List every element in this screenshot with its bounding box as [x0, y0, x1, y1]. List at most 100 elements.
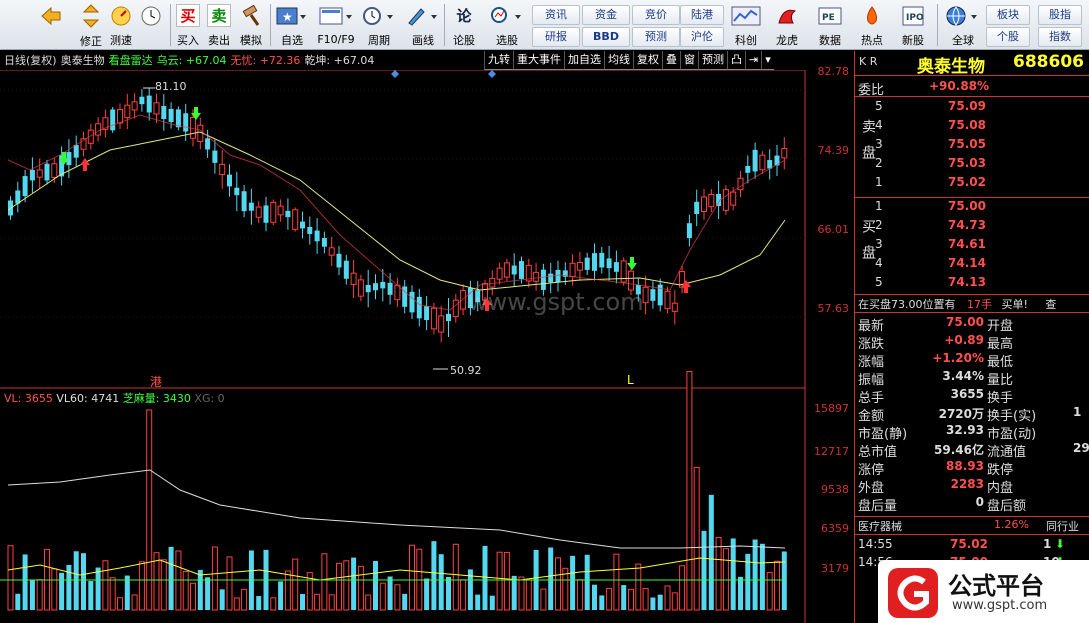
- sell-button[interactable]: 卖 卖出: [205, 2, 233, 48]
- stat-value-right: 1: [1073, 405, 1082, 419]
- fix-button[interactable]: 修正: [78, 2, 104, 48]
- sell-level: 1: [875, 175, 883, 189]
- volume-tick: 3179: [821, 562, 849, 575]
- industry-line[interactable]: 医疗器械 1.26% 同行业: [858, 518, 1079, 534]
- big-order-link[interactable]: 查: [1045, 298, 1056, 311]
- volume-bar: [270, 597, 277, 611]
- vl-value: VL: 3655: [4, 392, 53, 405]
- candle-body: [168, 108, 174, 122]
- hulunlink-button[interactable]: 沪伦: [680, 27, 724, 47]
- sell-price: 75.02: [948, 175, 986, 189]
- forecast-button[interactable]: 预测: [632, 27, 680, 47]
- data-button[interactable]: PE 数据: [814, 2, 846, 48]
- tab-expand[interactable]: ⇥: [745, 51, 762, 70]
- stat-row: 涨幅 +1.20% 最低: [855, 351, 1089, 370]
- volume-bar: [555, 557, 561, 611]
- volume-bar: [657, 594, 663, 610]
- buy-icon: 买: [176, 4, 200, 27]
- buy-price: 74.73: [948, 218, 986, 232]
- buy-button[interactable]: 买 买入: [174, 2, 202, 48]
- period-button[interactable]: 周期: [359, 2, 399, 48]
- back-button[interactable]: [38, 2, 64, 48]
- talk-button[interactable]: 论 论股: [449, 2, 479, 48]
- tab-dropdown-icon[interactable]: ▾: [761, 51, 774, 70]
- volume-bar: [109, 577, 116, 611]
- indicator-name[interactable]: 看盘雷达: [109, 52, 153, 68]
- buy-row[interactable]: 4 74.14: [855, 256, 1089, 274]
- sell-row[interactable]: 3 75.05: [855, 137, 1089, 155]
- kechuang-button[interactable]: 科创: [730, 2, 762, 48]
- volume-bar: [205, 577, 211, 610]
- sell-row[interactable]: 1 75.02: [855, 175, 1089, 193]
- volume-bar: [357, 565, 364, 611]
- tab-major-events[interactable]: 重大事件: [513, 51, 564, 70]
- volume-bar: [211, 546, 218, 611]
- speed-button[interactable]: 测速: [108, 2, 134, 48]
- volume-bar: [460, 579, 467, 611]
- candle-body: [664, 290, 671, 310]
- tab-moving-average[interactable]: 均线: [604, 51, 633, 70]
- kechuang-label: 科创: [735, 34, 757, 47]
- industry-pct: 1.26%: [994, 518, 1029, 531]
- funds-button[interactable]: 资金: [582, 5, 630, 25]
- sell-row[interactable]: 4 75.08: [855, 118, 1089, 136]
- stock-index-button[interactable]: 股指: [1038, 5, 1082, 25]
- dragon-tiger-button[interactable]: 龙虎: [771, 2, 803, 48]
- volume-bar: [592, 584, 597, 610]
- ipo-button[interactable]: IPO 新股: [897, 2, 929, 48]
- sell-price: 75.08: [948, 118, 986, 132]
- big-order-line[interactable]: 在买盘73.00位置有 17手 买单! 查: [858, 296, 1056, 312]
- stat-label: 最新: [858, 319, 885, 334]
- single-stock-button[interactable]: 个股: [986, 27, 1030, 47]
- vol-ma-short-line: [7, 557, 786, 581]
- luganglink-button[interactable]: 陆港: [680, 5, 724, 25]
- simulate-button[interactable]: 模拟: [237, 2, 265, 48]
- bbd-button[interactable]: BBD: [582, 27, 630, 47]
- tab-predict[interactable]: 预测: [698, 51, 727, 70]
- stat-label-right: 量比: [987, 373, 1014, 388]
- stock-pick-button[interactable]: 选股: [487, 2, 527, 48]
- tab-add-watch[interactable]: 加自选: [564, 51, 604, 70]
- xg-value: XG: 0: [194, 392, 225, 405]
- tab-window[interactable]: 窗: [680, 51, 698, 70]
- stat-label: 盘后量: [858, 499, 898, 514]
- candle-body: [227, 174, 232, 187]
- stat-label-right: 市盈(动): [987, 427, 1037, 442]
- buy-row[interactable]: 3 74.61: [855, 237, 1089, 255]
- low-price-label: 50.92: [450, 364, 482, 377]
- sell-level: 5: [875, 99, 883, 113]
- index-button[interactable]: 指数: [1038, 27, 1082, 47]
- draw-label: 画线: [412, 34, 434, 47]
- volume-bar: [124, 575, 130, 610]
- sector-button[interactable]: 板块: [986, 5, 1030, 25]
- sell-row[interactable]: 2 75.03: [855, 156, 1089, 174]
- sell-row[interactable]: 5 75.09: [855, 99, 1089, 117]
- f10-label: F10/F9: [317, 33, 355, 46]
- news-button[interactable]: 资讯: [532, 5, 580, 25]
- candle-body: [205, 138, 211, 150]
- wuyou-value: 无忧: +72.36: [230, 54, 301, 67]
- global-button[interactable]: 全球: [944, 2, 982, 48]
- hotspot-button[interactable]: 热点: [856, 2, 888, 48]
- tab-jiuzhuan[interactable]: 九转: [484, 51, 513, 70]
- chart-tab-bar: 九转 重大事件 加自选 均线 复权 叠 窗 预测 凸 ⇥ ▾: [484, 51, 774, 70]
- buy-row[interactable]: 2 74.73: [855, 218, 1089, 236]
- tab-overlay[interactable]: 叠: [662, 51, 680, 70]
- tab-lock[interactable]: 凸: [727, 51, 745, 70]
- candle-body: [533, 271, 540, 282]
- auction-button[interactable]: 竞价: [632, 5, 680, 25]
- buy-row[interactable]: 1 75.00: [855, 199, 1089, 217]
- watchlist-button[interactable]: ★ 自选: [276, 2, 308, 48]
- peer-link[interactable]: 同行业: [1046, 518, 1079, 534]
- tab-adjust[interactable]: 复权: [633, 51, 662, 70]
- f10-button[interactable]: F10/F9: [316, 2, 356, 48]
- buy-row[interactable]: 5 74.13: [855, 275, 1089, 293]
- volume-bar: [671, 592, 678, 611]
- candle-body: [314, 230, 320, 242]
- research-button[interactable]: 研报: [532, 27, 580, 47]
- clock-button[interactable]: [138, 2, 164, 48]
- dragon-tiger-label: 龙虎: [776, 34, 798, 47]
- draw-button[interactable]: 画线: [405, 2, 441, 48]
- candle-body: [686, 223, 692, 239]
- stat-value: 3655: [950, 387, 984, 401]
